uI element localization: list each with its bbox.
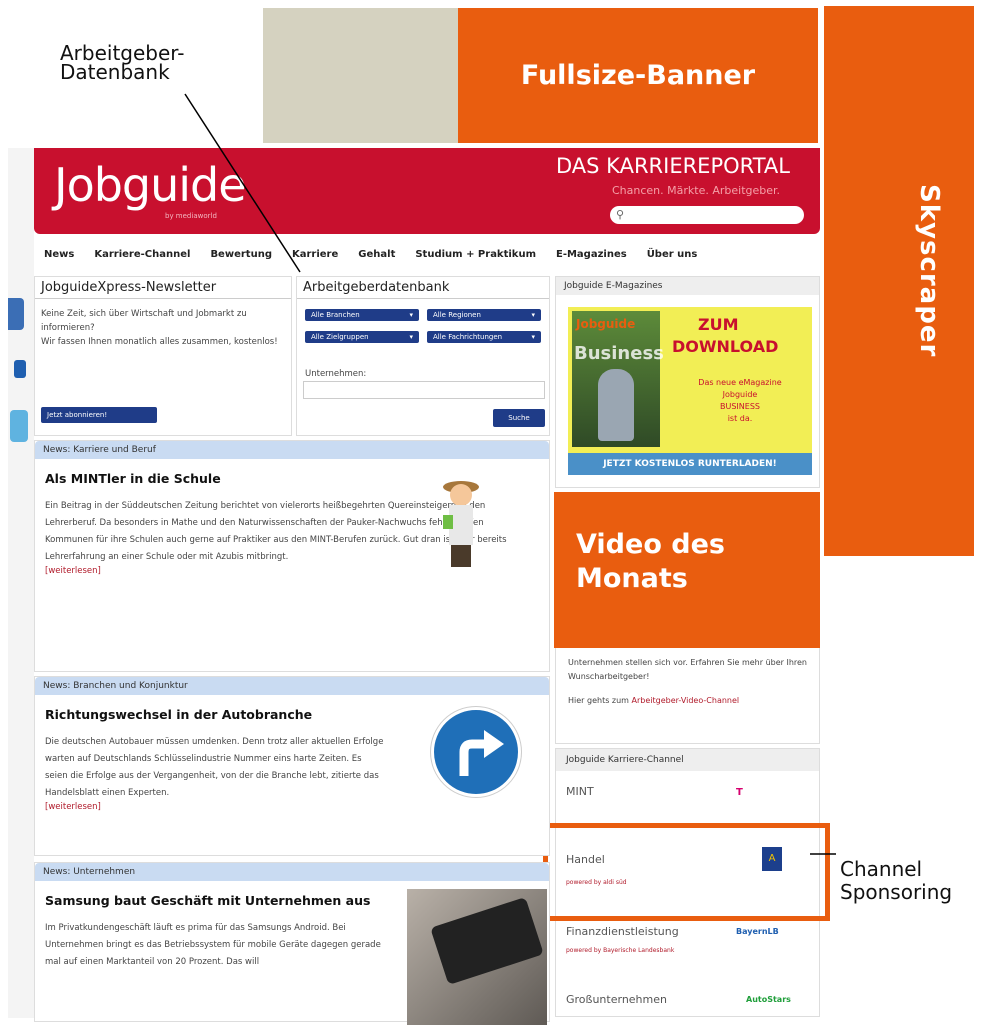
newsletter-text2: Wir fassen Ihnen monatlich alles zusamme… bbox=[41, 337, 278, 347]
telekom-sponsor-logo[interactable]: T bbox=[736, 787, 743, 798]
news-category-2[interactable]: News: Branchen und Konjunktur bbox=[35, 677, 549, 695]
nav-bewertung[interactable]: Bewertung bbox=[200, 249, 282, 260]
chevron-down-icon: ▾ bbox=[531, 333, 535, 341]
emagazine-person-image bbox=[598, 369, 634, 441]
news-body-3: Im Privatkundengeschäft läuft es prima f… bbox=[45, 923, 381, 967]
unternehmen-input[interactable] bbox=[303, 381, 545, 399]
smartphone-image bbox=[407, 889, 547, 1025]
annotation-channel-line1: Channel bbox=[840, 857, 923, 881]
search-input[interactable]: ⚲ bbox=[610, 206, 804, 224]
twitter-icon[interactable] bbox=[10, 410, 28, 442]
select-zielgruppen-label: Alle Zielgruppen bbox=[311, 333, 369, 341]
nav-news[interactable]: News bbox=[34, 249, 84, 260]
select-fachrichtungen-label: Alle Fachrichtungen bbox=[433, 333, 503, 341]
news-article-2: News: Branchen und Konjunktur Richtungsw… bbox=[34, 676, 550, 856]
channel-finanz-powered: powered by Bayerische Landesbank bbox=[566, 947, 675, 954]
emagazine-ad-text2: Jobguide bbox=[722, 390, 758, 399]
ad-placeholder-beige bbox=[263, 8, 458, 143]
news-article-1: News: Karriere und Beruf Als MINTler in … bbox=[34, 440, 550, 672]
search-icon: ⚲ bbox=[616, 208, 625, 221]
nav-ueber-uns[interactable]: Über uns bbox=[637, 249, 708, 260]
nav-studium[interactable]: Studium + Praktikum bbox=[405, 249, 546, 260]
select-regionen[interactable]: Alle Regionen ▾ bbox=[427, 309, 541, 321]
channel-finanzdienstleistung[interactable]: Finanzdienstleistung bbox=[566, 925, 679, 938]
select-zielgruppen[interactable]: Alle Zielgruppen ▾ bbox=[305, 331, 419, 343]
portal-title: DAS KARRIEREPORTAL bbox=[556, 154, 790, 178]
autostars-sponsor-logo[interactable]: AutoStars bbox=[746, 995, 791, 1004]
select-regionen-label: Alle Regionen bbox=[433, 311, 481, 319]
nav-karriere[interactable]: Karriere bbox=[282, 249, 348, 260]
video-des-monats-banner[interactable]: Video des Monats bbox=[554, 492, 820, 648]
site-logo[interactable]: Jobguide bbox=[54, 158, 247, 212]
emagazine-zum: ZUM bbox=[698, 315, 739, 334]
scientist-image bbox=[435, 471, 485, 571]
channel-sponsoring-highlight bbox=[543, 823, 830, 921]
video-channel-link[interactable]: Arbeitgeber-Video-Channel bbox=[632, 696, 740, 705]
arbeitgeberdatenbank-title: Arbeitgeberdatenbank bbox=[297, 277, 549, 299]
emagazine-download: DOWNLOAD bbox=[672, 337, 779, 356]
emagazine-ad-text: Das neue eMagazine Jobguide BUSINESS ist… bbox=[672, 377, 808, 425]
logo-subtitle: by mediaworld bbox=[165, 212, 217, 220]
newsletter-title: JobguideXpress-Newsletter bbox=[35, 277, 291, 299]
emagazine-ad-text1: Das neue eMagazine bbox=[698, 378, 782, 387]
emagazine-cta-button[interactable]: JETZT KOSTENLOS RUNTERLADEN! bbox=[568, 453, 812, 475]
search-button[interactable]: Suche bbox=[493, 409, 545, 427]
channel-title: Jobguide Karriere-Channel bbox=[556, 749, 819, 771]
chevron-down-icon: ▾ bbox=[409, 311, 413, 319]
annotation-arbeitgeber-line2: Datenbank bbox=[60, 60, 170, 84]
video-label-line1: Video des bbox=[576, 529, 725, 560]
news-body-2: Die deutschen Autobauer müssen umdenken.… bbox=[45, 737, 384, 798]
portal-subtitle: Chancen. Märkte. Arbeitgeber. bbox=[612, 184, 781, 197]
fullsize-banner-label: Fullsize-Banner bbox=[520, 60, 756, 91]
channel-grossunternehmen[interactable]: Großunternehmen bbox=[566, 993, 667, 1006]
emagazine-business: Business bbox=[574, 343, 664, 364]
chevron-down-icon: ▾ bbox=[531, 311, 535, 319]
select-fachrichtungen[interactable]: Alle Fachrichtungen ▾ bbox=[427, 331, 541, 343]
annotation-channel: Channel Sponsoring bbox=[840, 858, 952, 904]
phone-shape bbox=[430, 897, 544, 985]
xing-icon[interactable] bbox=[14, 360, 26, 378]
scientist-illustration bbox=[443, 481, 479, 567]
video-label-line2: Monats bbox=[576, 563, 688, 594]
emagazine-logo: Jobguide bbox=[576, 317, 636, 331]
newsletter-text1: Keine Zeit, sich über Wirtschaft und Job… bbox=[41, 309, 247, 333]
news-article-3: News: Unternehmen Samsung baut Geschäft … bbox=[34, 862, 550, 1025]
news-more-2[interactable]: [weiterlesen] bbox=[35, 802, 549, 812]
bayernlb-sponsor-logo[interactable]: BayernLB bbox=[736, 927, 779, 936]
news-category-1[interactable]: News: Karriere und Beruf bbox=[35, 441, 549, 459]
emagazine-ad[interactable]: Jobguide Business ZUM DOWNLOAD Das neue … bbox=[568, 307, 812, 475]
turn-right-sign-icon bbox=[431, 707, 521, 797]
select-branchen-label: Alle Branchen bbox=[311, 311, 360, 319]
nav-emagazines[interactable]: E-Magazines bbox=[546, 249, 637, 260]
video-channel-box: Unternehmen stellen sich vor. Erfahren S… bbox=[555, 648, 820, 744]
emagazines-title: Jobguide E-Magazines bbox=[556, 277, 819, 295]
emagazine-ad-text3: BUSINESS bbox=[720, 402, 760, 411]
nav-gehalt[interactable]: Gehalt bbox=[348, 249, 405, 260]
annotation-arbeitgeber: Arbeitgeber- Datenbank bbox=[60, 43, 184, 84]
newsletter-box: JobguideXpress-Newsletter Keine Zeit, si… bbox=[34, 276, 292, 436]
video-channel-link-prefix: Hier gehts zum bbox=[568, 696, 632, 705]
annotation-channel-line2: Sponsoring bbox=[840, 880, 953, 904]
news-category-3[interactable]: News: Unternehmen bbox=[35, 863, 549, 881]
channel-mint[interactable]: MINT bbox=[566, 785, 594, 798]
nav-karriere-channel[interactable]: Karriere-Channel bbox=[84, 249, 200, 260]
main-nav: News Karriere-Channel Bewertung Karriere… bbox=[34, 240, 820, 268]
skyscraper-label: Skyscraper bbox=[914, 184, 944, 358]
video-channel-link-line: Hier gehts zum Arbeitgeber-Video-Channel bbox=[556, 684, 819, 708]
emagazine-ad-text4: ist da. bbox=[727, 414, 753, 423]
facebook-icon[interactable] bbox=[8, 298, 24, 330]
unternehmen-label: Unternehmen: bbox=[305, 369, 367, 379]
social-sidebar bbox=[8, 148, 34, 1018]
turn-right-arrow bbox=[459, 730, 504, 776]
select-branchen[interactable]: Alle Branchen ▾ bbox=[305, 309, 419, 321]
newsletter-subscribe-button[interactable]: Jetzt abonnieren! bbox=[41, 407, 157, 423]
fullsize-banner[interactable]: Fullsize-Banner bbox=[458, 8, 818, 143]
arbeitgeberdatenbank-box: Arbeitgeberdatenbank Alle Branchen ▾ Alle… bbox=[296, 276, 550, 436]
chevron-down-icon: ▾ bbox=[409, 333, 413, 341]
skyscraper-banner[interactable]: Skyscraper bbox=[824, 6, 974, 556]
video-channel-text: Unternehmen stellen sich vor. Erfahren S… bbox=[568, 658, 808, 681]
emagazines-box: Jobguide E-Magazines Jobguide Business Z… bbox=[555, 276, 820, 488]
